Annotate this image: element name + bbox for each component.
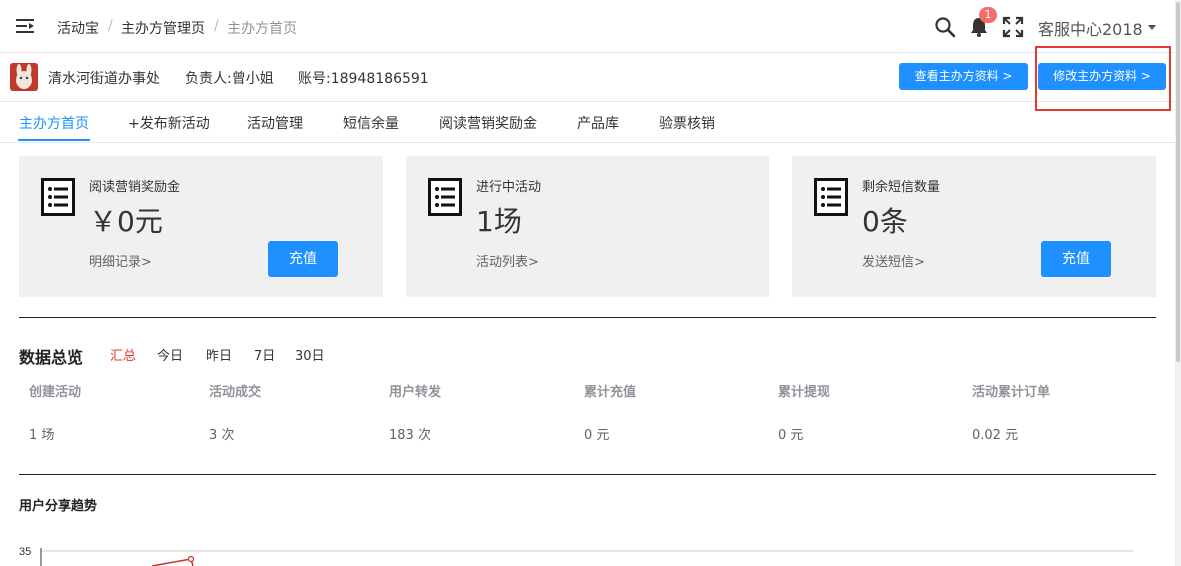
reward-card: 阅读营销奖励金 ￥0元 明细记录> 充值 xyxy=(19,156,383,297)
period-total[interactable]: 汇总 xyxy=(110,345,136,364)
detail-records-link[interactable]: 明细记录> xyxy=(89,251,152,270)
tab-activity-management[interactable]: 活动管理 xyxy=(247,113,303,133)
stat-label: 活动成交 xyxy=(209,385,262,400)
card-value: 1场 xyxy=(476,205,522,238)
recharge-button[interactable]: 充值 xyxy=(268,241,338,277)
period-30-days[interactable]: 30日 xyxy=(295,345,325,364)
card-title: 进行中活动 xyxy=(476,180,542,195)
tab-organizer-home[interactable]: 主办方首页 xyxy=(19,113,89,133)
tab-product-library[interactable]: 产品库 xyxy=(577,113,619,133)
search-icon[interactable] xyxy=(934,16,956,38)
avatar xyxy=(10,63,38,91)
stat-label: 累计提现 xyxy=(778,385,831,400)
list-document-icon xyxy=(814,178,848,216)
trend-point xyxy=(187,555,195,563)
card-value: ￥0元 xyxy=(89,205,163,238)
tab-ticket-check[interactable]: 验票核销 xyxy=(659,113,715,133)
overview-title: 数据总览 xyxy=(19,348,84,367)
trend-title: 用户分享趋势 xyxy=(19,499,98,514)
stat-label: 创建活动 xyxy=(29,385,82,400)
stat-value: 183 次 xyxy=(389,428,431,443)
notification-badge: 1 xyxy=(979,7,997,23)
tab-reading-reward[interactable]: 阅读营销奖励金 xyxy=(439,113,537,133)
top-bar: 活动宝 / 主办方管理页 / 主办方首页 1 客服中心2018 xyxy=(0,0,1175,53)
tab-sms-balance[interactable]: 短信余量 xyxy=(343,113,399,133)
card-title: 剩余短信数量 xyxy=(862,180,941,195)
tab-publish-activity[interactable]: +发布新活动 xyxy=(128,113,210,133)
stat-value: 3 次 xyxy=(209,428,235,443)
breadcrumb-separator: / xyxy=(214,18,219,34)
breadcrumb-item-home[interactable]: 活动宝 xyxy=(57,18,99,38)
stat-label: 累计充值 xyxy=(584,385,637,400)
stat-label: 活动累计订单 xyxy=(972,385,1051,400)
card-title: 阅读营销奖励金 xyxy=(89,180,181,195)
recharge-button[interactable]: 充值 xyxy=(1041,241,1111,277)
card-value: 0条 xyxy=(862,205,908,238)
send-sms-link[interactable]: 发送短信> xyxy=(862,251,925,270)
list-document-icon xyxy=(428,178,462,216)
stat-value: 1 场 xyxy=(29,428,55,443)
period-today[interactable]: 今日 xyxy=(157,345,183,364)
stat-label: 用户转发 xyxy=(389,385,442,400)
organizer-name: 清水河街道办事处 xyxy=(48,71,160,87)
breadcrumb-item-current: 主办方首页 xyxy=(227,21,297,37)
sms-card: 剩余短信数量 0条 发送短信> 充值 xyxy=(792,156,1156,297)
view-organizer-button[interactable]: 查看主办方资料 > xyxy=(899,63,1028,90)
user-menu[interactable]: 客服中心2018 xyxy=(1038,16,1143,40)
tab-bar: 主办方首页 +发布新活动 活动管理 短信余量 阅读营销奖励金 产品库 验票核销 xyxy=(0,102,1175,143)
organizer-account: 账号:18948186591 xyxy=(298,71,429,87)
fullscreen-icon[interactable] xyxy=(1002,16,1024,38)
activity-list-link[interactable]: 活动列表> xyxy=(476,251,539,270)
activity-card: 进行中活动 1场 活动列表> xyxy=(406,156,769,297)
stat-value: 0 元 xyxy=(778,428,804,443)
y-axis-tick-label: 35 xyxy=(19,546,31,558)
breadcrumb-separator: / xyxy=(108,18,113,34)
period-yesterday[interactable]: 昨日 xyxy=(206,345,232,364)
active-tab-indicator xyxy=(18,139,90,141)
period-7-days[interactable]: 7日 xyxy=(254,345,275,364)
scrollbar-thumb[interactable] xyxy=(1176,2,1180,362)
menu-fold-icon[interactable] xyxy=(16,18,34,34)
divider xyxy=(19,474,1156,475)
divider xyxy=(19,317,1156,318)
stat-value: 0.02 元 xyxy=(972,428,1019,443)
trend-line xyxy=(151,558,194,566)
list-document-icon xyxy=(41,178,75,216)
stat-value: 0 元 xyxy=(584,428,610,443)
breadcrumb-item-manage[interactable]: 主办方管理页 xyxy=(121,18,205,38)
caret-down-icon[interactable] xyxy=(1148,25,1156,30)
share-trend-chart: 35 xyxy=(19,546,1133,566)
organizer-contact: 负责人:曾小姐 xyxy=(185,71,274,87)
